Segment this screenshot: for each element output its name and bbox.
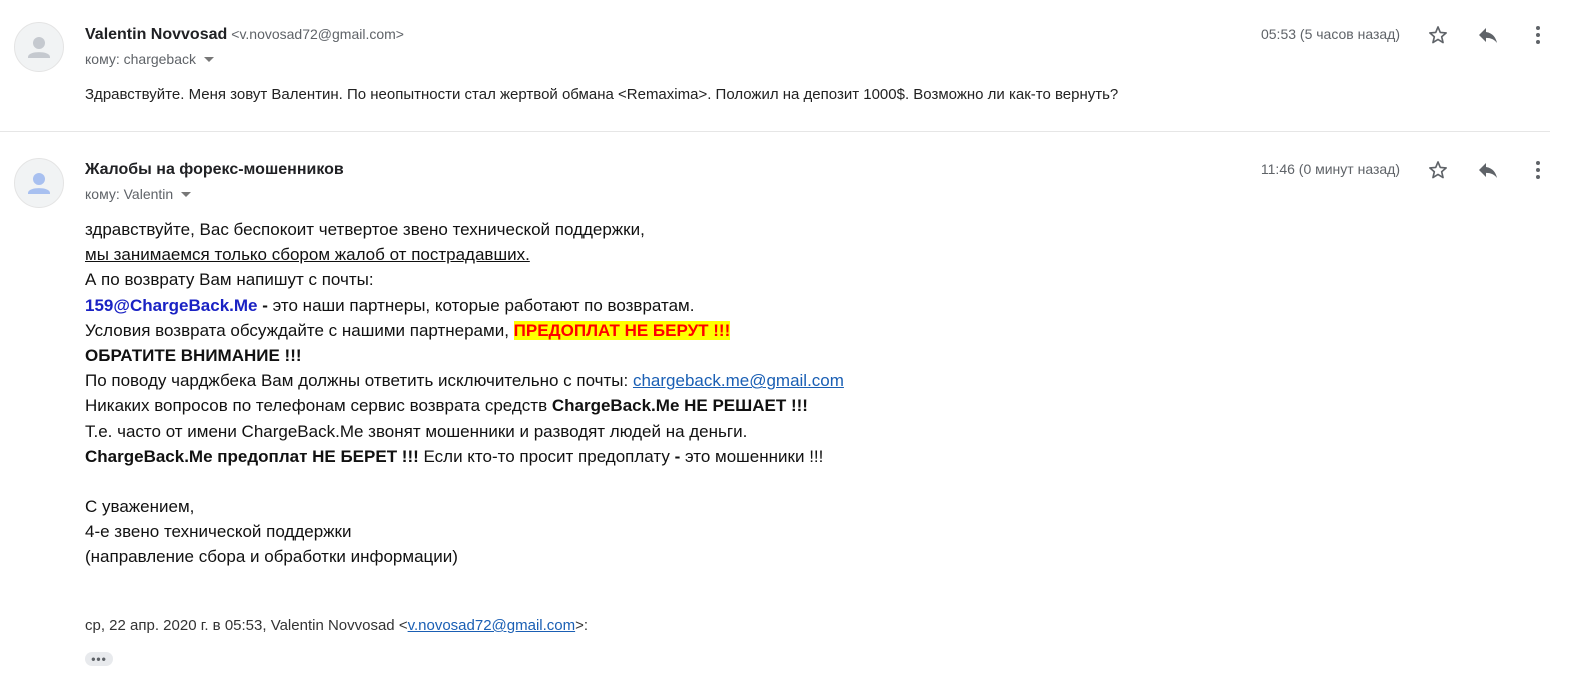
- recipient-text: кому: Valentin: [85, 186, 174, 202]
- bold-text: ChargeBack.Me предоплат НЕ БЕРЕТ !!!: [85, 446, 419, 466]
- signature-line: 4-е звено технической поддержки: [85, 522, 352, 542]
- message-time: 05:53 (5 часов назад): [1260, 26, 1400, 42]
- more-options-button[interactable]: [1524, 21, 1552, 49]
- sender-name[interactable]: Valentin Novvosad <v.novosad72@gmail.com>: [85, 26, 404, 44]
- message-body: здравствуйте, Вас беспокоит четвертое зв…: [85, 217, 844, 570]
- email-message-1: Valentin Novvosad <v.novosad72@gmail.com>…: [0, 0, 1572, 132]
- sender-email: <v.novosad72@gmail.com>: [231, 26, 404, 42]
- details-dropdown-icon[interactable]: [204, 56, 215, 62]
- recipient-line: кому: chargeback: [85, 51, 215, 67]
- sender-name[interactable]: Жалобы на форекс-мошенников: [85, 161, 344, 179]
- sender-avatar: [14, 22, 64, 72]
- star-icon: [1429, 161, 1447, 179]
- body-line: ОБРАТИТЕ ВНИМАНИЕ !!!: [85, 345, 302, 365]
- signature-line: (направление сбора и обработки информаци…: [85, 547, 458, 567]
- message-time: 11:46 (0 минут назад): [1260, 161, 1400, 177]
- body-line: Никаких вопросов по телефонам сервис воз…: [85, 393, 844, 418]
- details-dropdown-icon[interactable]: [181, 191, 192, 197]
- more-vert-icon: [1536, 161, 1540, 179]
- body-text: Условия возврата обсуждайте с нашими пар…: [85, 320, 514, 340]
- reply-icon: [1479, 163, 1497, 178]
- body-text: Никаких вопросов по телефонам сервис воз…: [85, 396, 552, 416]
- dash: -: [257, 295, 273, 315]
- body-line: А по возврату Вам напишут с почты:: [85, 270, 374, 290]
- body-line: Условия возврата обсуждайте с нашими пар…: [85, 318, 844, 343]
- body-line: ChargeBack.Me предоплат НЕ БЕРЕТ !!! Есл…: [85, 444, 844, 469]
- star-icon: [1429, 26, 1447, 44]
- message-divider: [0, 131, 1550, 132]
- body-text: Если кто-то просит предоплату: [418, 446, 675, 466]
- sender-name-text: Valentin Novvosad: [85, 26, 228, 43]
- email-message-2: Жалобы на форекс-мошенников кому: Valent…: [0, 133, 1572, 685]
- body-text: это наши партнеры, которые работают по в…: [272, 295, 695, 315]
- body-line: здравствуйте, Вас беспокоит четвертое зв…: [85, 220, 645, 239]
- recipient-text: кому: chargeback: [85, 51, 197, 67]
- body-text: это мошенники !!!: [680, 446, 824, 466]
- quote-header: ср, 22 апр. 2020 г. в 05:53, Valentin No…: [85, 617, 588, 634]
- person-icon: [28, 173, 50, 194]
- body-line: По поводу чарджбека Вам должны ответить …: [85, 368, 844, 393]
- highlight-warning: ПРЕДОПЛАТ НЕ БЕРУТ !!!: [513, 320, 731, 340]
- email-link[interactable]: chargeback.me@gmail.com: [633, 371, 844, 390]
- body-line: мы занимаемся только сбором жалоб от пос…: [85, 245, 530, 265]
- star-button[interactable]: [1424, 21, 1452, 49]
- body-text: По поводу чарджбека Вам должны ответить …: [85, 371, 633, 391]
- body-line: Т.е. часто от имени ChargeBack.Me звонят…: [85, 421, 748, 441]
- star-button[interactable]: [1424, 156, 1452, 184]
- more-vert-icon: [1536, 26, 1540, 44]
- bold-text: ChargeBack.Me НЕ РЕШАЕТ !!!: [551, 396, 808, 416]
- partner-email: 159@ChargeBack.Me: [85, 295, 258, 315]
- quote-suffix: >:: [575, 617, 589, 634]
- reply-button[interactable]: [1474, 21, 1502, 49]
- signature-line: С уважением,: [85, 497, 195, 517]
- reply-button[interactable]: [1474, 156, 1502, 184]
- quote-prefix: ср, 22 апр. 2020 г. в 05:53, Valentin No…: [85, 617, 408, 634]
- reply-icon: [1479, 28, 1497, 43]
- quote-email-link[interactable]: v.novosad72@gmail.com: [408, 617, 576, 634]
- recipient-line: кому: Valentin: [85, 186, 192, 202]
- body-line: 159@ChargeBack.Me - это наши партнеры, к…: [85, 293, 844, 318]
- show-trimmed-content-button[interactable]: •••: [85, 652, 113, 666]
- person-icon: [28, 37, 50, 58]
- sender-avatar: [14, 158, 64, 208]
- message-body: Здравствуйте. Меня зовут Валентин. По не…: [85, 86, 1119, 103]
- more-options-button[interactable]: [1524, 156, 1552, 184]
